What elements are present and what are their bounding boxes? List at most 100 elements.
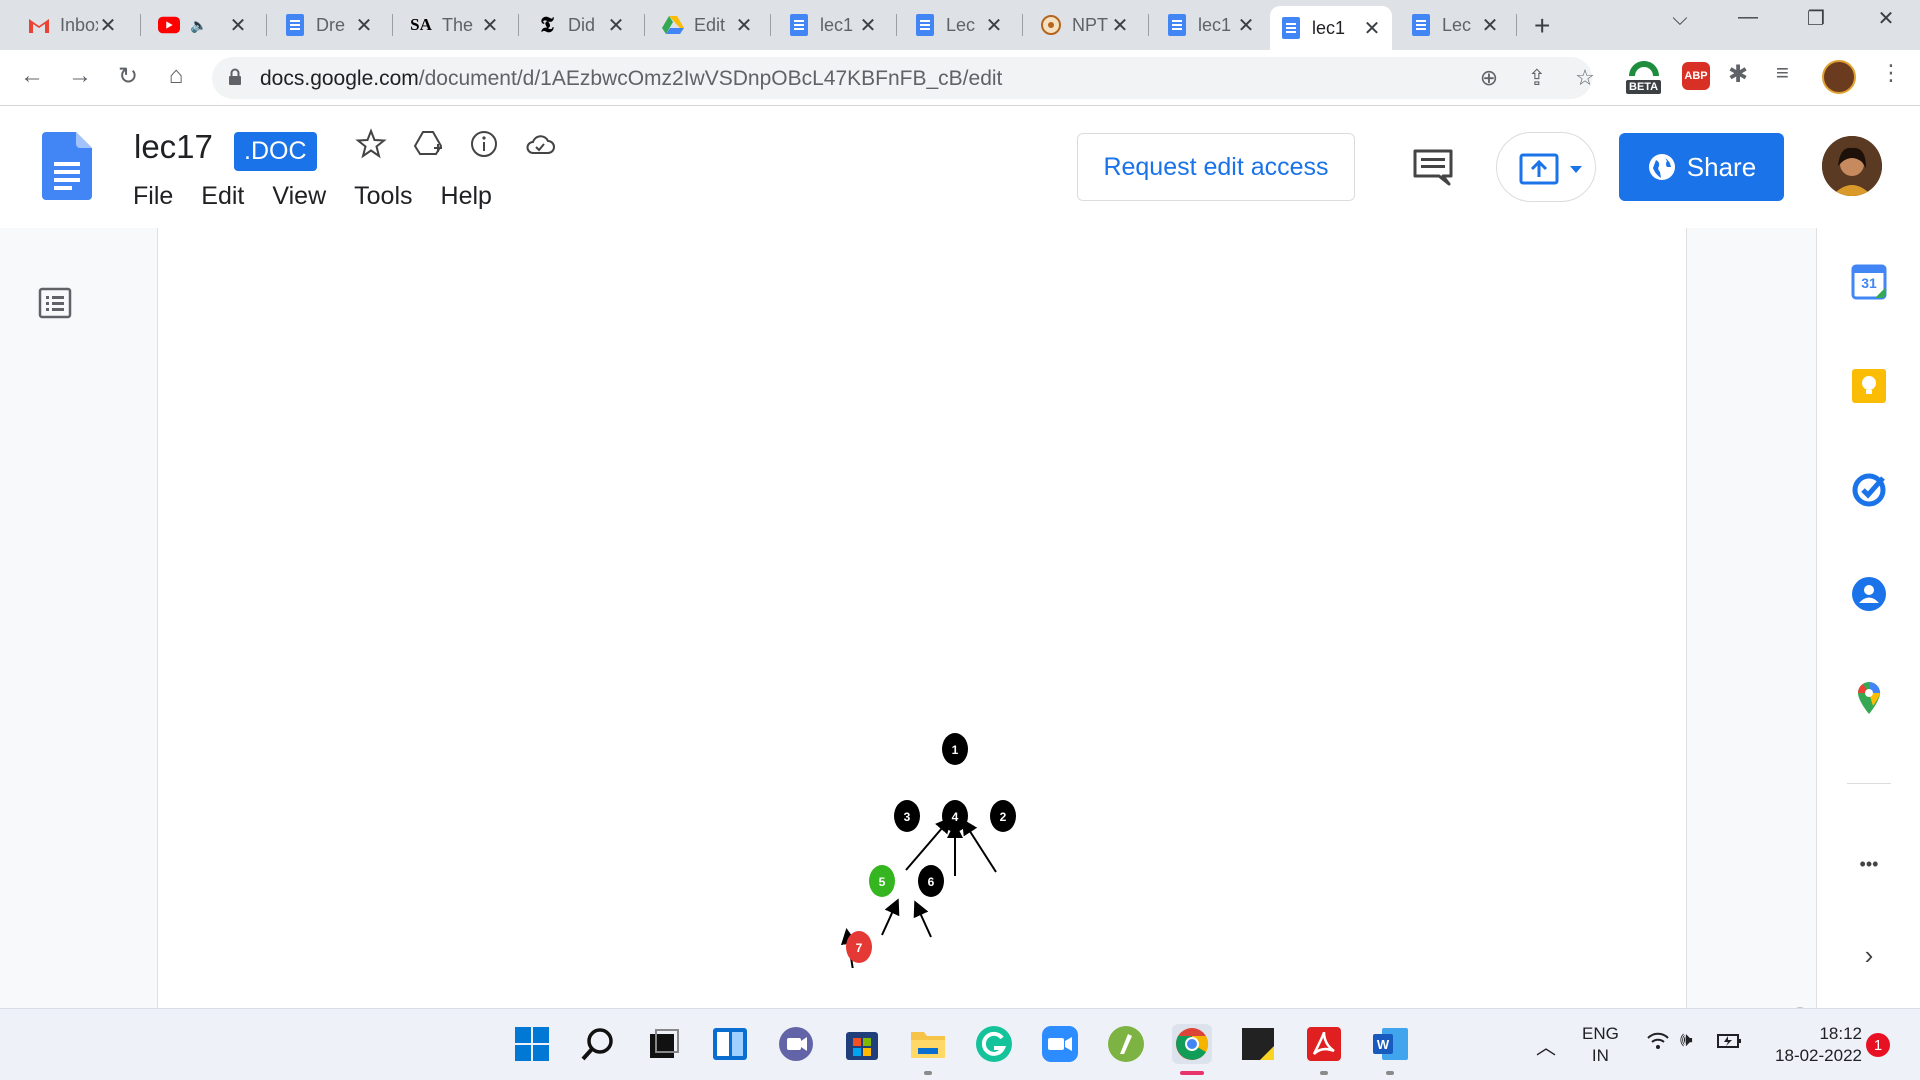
maps-icon[interactable] bbox=[1851, 680, 1887, 716]
browser-tab-docs[interactable]: lec1 ✕ bbox=[778, 8, 888, 42]
star-icon[interactable] bbox=[355, 128, 387, 160]
acrobat-reader-icon[interactable] bbox=[1304, 1024, 1344, 1064]
extensions-puzzle-icon[interactable]: ✱ bbox=[1728, 60, 1748, 89]
tab-close-icon[interactable]: ✕ bbox=[98, 13, 118, 38]
minimize-icon[interactable]: — bbox=[1728, 6, 1768, 29]
browser-menu-icon[interactable]: ⋮ bbox=[1880, 60, 1902, 86]
task-view-icon[interactable] bbox=[644, 1024, 684, 1064]
browser-tab-drive[interactable]: Edit ✕ bbox=[652, 8, 764, 42]
adblock-icon[interactable]: ABP bbox=[1682, 62, 1710, 90]
back-arrow-icon[interactable]: ← bbox=[16, 62, 48, 90]
tree-node-4: 4 bbox=[942, 800, 968, 832]
zoom-icon[interactable]: ⊕ bbox=[1474, 65, 1504, 91]
tab-close-icon[interactable]: ✕ bbox=[1236, 13, 1256, 38]
url-host: docs.google.com bbox=[260, 67, 419, 90]
zoom-app-icon[interactable] bbox=[1040, 1024, 1080, 1064]
volume-icon[interactable]: 🕪 bbox=[1680, 1029, 1693, 1052]
chevron-right-icon[interactable]: › bbox=[1851, 940, 1887, 971]
browser-tab-youtube[interactable]: 🔈 ✕ bbox=[148, 8, 258, 42]
tab-close-icon[interactable]: ✕ bbox=[1362, 16, 1382, 41]
evernote-like-app-icon[interactable] bbox=[1106, 1024, 1146, 1064]
url-text[interactable]: docs.google.com/document/d/1AEzbwcOmz2Iw… bbox=[260, 67, 1002, 91]
widgets-icon[interactable] bbox=[710, 1024, 750, 1064]
user-avatar[interactable] bbox=[1822, 136, 1882, 196]
search-icon[interactable] bbox=[578, 1024, 618, 1064]
share-button[interactable]: Share bbox=[1619, 133, 1784, 201]
close-window-icon[interactable]: ✕ bbox=[1866, 6, 1906, 31]
lock-icon[interactable] bbox=[228, 68, 242, 86]
menu-edit[interactable]: Edit bbox=[201, 182, 244, 211]
move-to-drive-icon[interactable] bbox=[412, 128, 444, 160]
menu-file[interactable]: File bbox=[133, 182, 173, 211]
browser-tab-gmail[interactable]: Inbox ✕ bbox=[18, 8, 128, 42]
file-explorer-icon[interactable] bbox=[908, 1024, 948, 1064]
keep-icon[interactable] bbox=[1851, 368, 1887, 404]
bookmark-star-icon[interactable]: ☆ bbox=[1570, 65, 1600, 91]
tab-close-icon[interactable]: ✕ bbox=[480, 13, 500, 38]
battery-icon[interactable] bbox=[1716, 1031, 1744, 1056]
address-bar[interactable]: docs.google.com/document/d/1AEzbwcOmz2Iw… bbox=[212, 57, 1595, 99]
present-button[interactable] bbox=[1496, 132, 1596, 202]
calendar-icon[interactable]: 31 bbox=[1851, 264, 1887, 300]
windows-start-icon[interactable] bbox=[512, 1024, 552, 1064]
tab-close-icon[interactable]: ✕ bbox=[984, 13, 1004, 38]
request-edit-access-button[interactable]: Request edit access bbox=[1077, 133, 1355, 201]
tab-close-icon[interactable]: ✕ bbox=[858, 13, 878, 38]
reload-icon[interactable]: ↻ bbox=[112, 62, 144, 91]
tray-overflow-chevron-icon[interactable]: ︿ bbox=[1536, 1031, 1556, 1060]
system-clock[interactable]: 18:12 18-02-2022 bbox=[1762, 1023, 1862, 1067]
tab-close-icon[interactable]: ✕ bbox=[1480, 13, 1500, 38]
tab-close-icon[interactable]: ✕ bbox=[606, 13, 626, 38]
share-label: Share bbox=[1686, 151, 1757, 182]
nptel-icon bbox=[1040, 14, 1062, 36]
menu-help[interactable]: Help bbox=[441, 182, 492, 211]
grammar-extension-icon[interactable]: BETA bbox=[1624, 56, 1664, 100]
tab-separator bbox=[140, 14, 141, 36]
browser-tab-docs[interactable]: Dre ✕ bbox=[274, 8, 384, 42]
cloud-saved-icon[interactable] bbox=[524, 128, 556, 160]
comment-history-icon[interactable] bbox=[1412, 148, 1454, 186]
word-icon[interactable]: W bbox=[1370, 1024, 1410, 1064]
menu-view[interactable]: View bbox=[272, 182, 326, 211]
document-title[interactable]: lec17 bbox=[134, 128, 213, 166]
browser-tab-nptel[interactable]: NPT ✕ bbox=[1030, 8, 1140, 42]
wifi-icon[interactable] bbox=[1646, 1031, 1670, 1057]
tab-title: Did bbox=[568, 14, 596, 35]
new-tab-plus-icon[interactable]: + bbox=[1534, 10, 1550, 42]
microsoft-store-icon[interactable] bbox=[842, 1024, 882, 1064]
browser-tab-docs[interactable]: Lec ✕ bbox=[1400, 8, 1510, 42]
tasks-icon[interactable] bbox=[1851, 472, 1887, 508]
browser-tab-docs[interactable]: lec1 ✕ bbox=[1156, 8, 1266, 42]
sticky-notes-icon[interactable] bbox=[1238, 1024, 1278, 1064]
notification-count-badge[interactable]: 1 bbox=[1866, 1033, 1890, 1057]
get-addons-more-icon[interactable]: ••• bbox=[1851, 854, 1887, 875]
reading-list-icon[interactable]: ≡ bbox=[1776, 60, 1789, 86]
menu-tools[interactable]: Tools bbox=[354, 182, 412, 211]
browser-tab-docs[interactable]: Lec ✕ bbox=[904, 8, 1014, 42]
restore-icon[interactable]: ❐ bbox=[1796, 6, 1836, 31]
tab-search-chevron-icon[interactable]: ⌵ bbox=[1660, 8, 1700, 31]
browser-tab-sa[interactable]: SA The ✕ bbox=[400, 8, 510, 42]
forward-arrow-icon[interactable]: → bbox=[64, 62, 96, 90]
grammarly-icon[interactable] bbox=[974, 1024, 1014, 1064]
tab-separator bbox=[518, 14, 519, 36]
profile-avatar[interactable] bbox=[1822, 60, 1856, 94]
browser-tab-docs-active[interactable]: lec1 ✕ bbox=[1270, 6, 1392, 50]
input-language-indicator[interactable]: ENG IN bbox=[1582, 1023, 1619, 1067]
browser-tab-nyt[interactable]: 𝕿 Did ✕ bbox=[526, 8, 636, 42]
tree-node-1: 1 bbox=[942, 733, 968, 765]
chrome-icon[interactable] bbox=[1172, 1024, 1212, 1064]
tab-close-icon[interactable]: ✕ bbox=[734, 13, 754, 38]
google-docs-logo-icon[interactable] bbox=[42, 132, 92, 200]
tab-close-icon[interactable]: ✕ bbox=[228, 13, 248, 38]
info-icon[interactable] bbox=[468, 128, 500, 160]
home-icon[interactable]: ⌂ bbox=[160, 62, 192, 90]
tab-close-icon[interactable]: ✕ bbox=[354, 13, 374, 38]
caret-down-icon[interactable] bbox=[1569, 165, 1583, 175]
teams-chat-icon[interactable] bbox=[776, 1024, 816, 1064]
document-outline-icon[interactable] bbox=[38, 286, 72, 320]
tab-close-icon[interactable]: ✕ bbox=[1110, 13, 1130, 38]
contacts-icon[interactable] bbox=[1851, 576, 1887, 612]
share-page-icon[interactable]: ⇪ bbox=[1522, 65, 1552, 91]
speaker-muted-icon[interactable]: 🔈 bbox=[190, 17, 207, 34]
